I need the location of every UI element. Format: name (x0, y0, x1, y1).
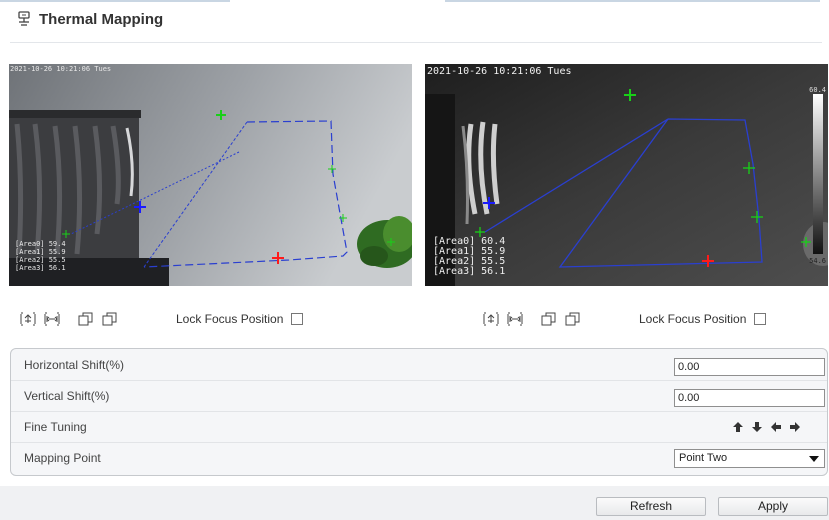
fine-tuning-row: Fine Tuning (11, 412, 827, 443)
thermal-camera-icon (18, 11, 30, 26)
mapping-point-select[interactable]: Point Two (674, 449, 825, 468)
area-readouts-left: [Area0] 59.4 [Area1] 55.9 [Area2] 55.5 [… (15, 240, 66, 272)
fine-tuning-arrows (732, 421, 801, 433)
page-title-text: Thermal Mapping (39, 10, 164, 28)
title-divider (10, 42, 822, 43)
zoom-out-icon[interactable] (44, 312, 60, 326)
lock-focus-checkbox-right[interactable] (754, 313, 767, 325)
window-b-icon[interactable] (565, 312, 581, 326)
visible-light-video[interactable]: 2021-10-26 10:21:06 Tues [Area0] 59.4 [A… (9, 64, 412, 286)
tab-underline-right (445, 0, 820, 2)
scale-max-label: 60.4 (809, 86, 826, 94)
arrow-down-icon[interactable] (751, 421, 763, 433)
area-readout: [Area3] 56.1 (433, 266, 506, 277)
visible-scene (9, 64, 412, 286)
mapping-settings-panel: Horizontal Shift(%) Vertical Shift(%) Fi… (10, 348, 828, 476)
fine-tuning-label: Fine Tuning (24, 420, 87, 434)
window-b-icon[interactable] (102, 312, 118, 326)
zoom-in-icon[interactable] (20, 312, 36, 326)
page-title: Thermal Mapping (16, 9, 163, 29)
lock-focus-checkbox-left[interactable] (291, 313, 304, 325)
mapping-point-value: Point Two (679, 452, 728, 464)
zoom-in-icon[interactable] (483, 312, 499, 326)
mapping-point-label: Mapping Point (24, 451, 101, 465)
video-timestamp-left: 2021-10-26 10:21:06 Tues (10, 65, 112, 73)
window-a-icon[interactable] (541, 312, 557, 326)
window-a-icon[interactable] (78, 312, 94, 326)
refresh-button[interactable]: Refresh (596, 497, 706, 516)
area-readout: [Area3] 56.1 (15, 264, 66, 272)
horizontal-shift-input[interactable] (674, 358, 825, 376)
lock-focus-label-left: Lock Focus Position (176, 312, 284, 326)
arrow-right-icon[interactable] (789, 421, 801, 433)
thermal-video[interactable]: 2021-10-26 10:21:06 Tues [Area0] 60.4 [A… (425, 64, 828, 286)
horizontal-shift-label: Horizontal Shift(%) (24, 358, 125, 372)
vertical-shift-label: Vertical Shift(%) (24, 389, 110, 403)
area-readout: [Area0] 59.4 (15, 240, 66, 248)
area-readouts-right: [Area0] 60.4 [Area1] 55.9 [Area2] 55.5 [… (433, 237, 505, 277)
vertical-shift-row: Vertical Shift(%) (11, 381, 827, 412)
chevron-down-icon (809, 456, 819, 462)
vertical-shift-input[interactable] (674, 389, 825, 407)
lock-focus-label-right: Lock Focus Position (639, 312, 747, 326)
mapping-point-row: Mapping Point Point Two (11, 443, 827, 474)
area-readout: [Area1] 55.9 (15, 248, 66, 256)
video-controls-right: Lock Focus Position (483, 310, 767, 328)
area-readout: [Area2] 55.5 (15, 256, 66, 264)
video-controls-left: Lock Focus Position (20, 310, 304, 328)
video-timestamp-right: 2021-10-26 10:21:06 Tues (427, 66, 572, 77)
arrow-up-icon[interactable] (732, 421, 744, 433)
scale-min-label: 54.6 (809, 257, 826, 265)
temperature-scale-bar (813, 94, 823, 254)
tab-underline-left (0, 0, 230, 2)
zoom-out-icon[interactable] (507, 312, 523, 326)
thermal-mapping-page: Thermal Mapping 2021-10-26 10:21:06 Tues… (0, 0, 829, 520)
apply-button[interactable]: Apply (718, 497, 828, 516)
horizontal-shift-row: Horizontal Shift(%) (11, 350, 827, 381)
arrow-left-icon[interactable] (770, 421, 782, 433)
